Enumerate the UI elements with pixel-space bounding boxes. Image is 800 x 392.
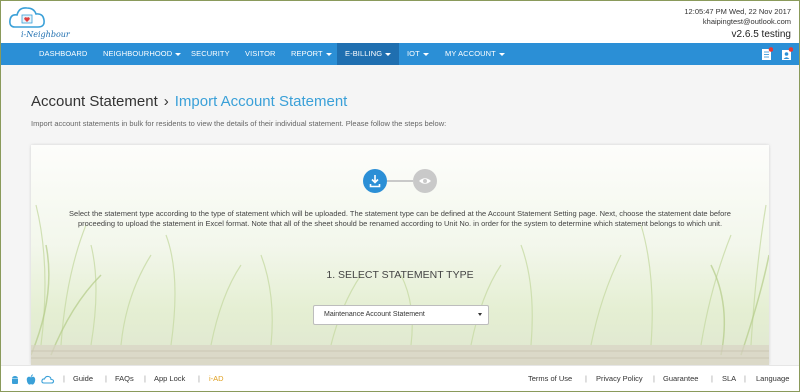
footer-link-sla[interactable]: SLA <box>722 374 736 383</box>
footer-link-privacy[interactable]: Privacy Policy <box>596 374 643 383</box>
footer-link-language[interactable]: Language <box>756 374 789 383</box>
apple-icon[interactable] <box>25 373 37 385</box>
nav-report[interactable]: REPORT <box>291 43 332 65</box>
cloud-icon[interactable] <box>41 373 55 385</box>
breadcrumb-root[interactable]: Account Statement <box>31 93 158 110</box>
import-card: Select the statement type according to t… <box>31 145 769 365</box>
footer-link-i-ad[interactable]: i-AD <box>209 374 224 383</box>
page-title: Account Statement › Import Account Stateme… <box>31 93 347 110</box>
nav-visitor[interactable]: VISITOR <box>245 43 276 65</box>
section-title: 1. SELECT STATEMENT TYPE <box>326 269 474 281</box>
nav-neighbourhood[interactable]: NEIGHBOURHOOD <box>103 43 182 65</box>
nav-security[interactable]: SECURITY <box>191 43 230 65</box>
footer-divider: | <box>744 374 746 383</box>
i-neighbour-logo[interactable]: i-Neighbour <box>7 3 77 41</box>
nav-my-account[interactable]: MY ACCOUNT <box>445 43 505 65</box>
chevron-down-icon <box>478 313 482 316</box>
app-header: i-Neighbour 12:05:47 PM Wed, 22 Nov 2017… <box>1 1 799 43</box>
main-nav: DASHBOARD NEIGHBOURHOOD SECURITY VISITOR… <box>1 43 799 65</box>
nav-dashboard[interactable]: DASHBOARD <box>39 43 87 65</box>
current-time: 12:05:47 PM Wed, 22 Nov 2017 <box>684 7 791 16</box>
chevron-down-icon <box>385 52 392 56</box>
eye-icon <box>419 178 431 184</box>
chevron-down-icon <box>325 52 332 56</box>
chevron-right-icon: › <box>163 93 169 110</box>
breadcrumb-current: Import Account Statement <box>174 93 348 110</box>
footer-divider: | <box>198 374 200 383</box>
footer-divider: | <box>653 374 655 383</box>
footer-link-guarantee[interactable]: Guarantee <box>663 374 698 383</box>
footer-divider: | <box>105 374 107 383</box>
step-indicator <box>363 169 437 193</box>
footer-link-faqs[interactable]: FAQs <box>115 374 134 383</box>
footer-link-guide[interactable]: Guide <box>73 374 93 383</box>
footer-divider: | <box>144 374 146 383</box>
nav-e-billing[interactable]: E-BILLING <box>337 43 400 65</box>
user-notification-icon[interactable] <box>781 47 794 61</box>
step-preview <box>413 169 437 193</box>
chevron-down-icon <box>175 52 182 56</box>
statement-type-select[interactable]: Maintenance Account Statement <box>313 305 489 325</box>
step-upload <box>363 169 387 193</box>
main-content: Account Statement › Import Account Stateme… <box>1 65 799 365</box>
android-icon[interactable] <box>9 373 21 385</box>
page-intro: Import account statements in bulk for re… <box>31 119 447 128</box>
download-icon <box>369 175 381 188</box>
footer-divider: | <box>585 374 587 383</box>
document-notification-icon[interactable] <box>761 47 774 61</box>
footer-link-terms[interactable]: Terms of Use <box>528 374 572 383</box>
app-footer: | Guide | FAQs | App Lock | i-AD Terms o… <box>1 365 799 391</box>
footer-divider: | <box>711 374 713 383</box>
nav-iot[interactable]: IOT <box>407 43 429 65</box>
logo-text: i-Neighbour <box>21 30 71 39</box>
footer-link-app-lock[interactable]: App Lock <box>154 374 185 383</box>
step-connector <box>387 180 413 182</box>
chevron-down-icon <box>498 52 505 56</box>
header-info: 12:05:47 PM Wed, 22 Nov 2017 khaipingtes… <box>684 7 791 41</box>
app-version: v2.6.5 testing <box>731 29 791 40</box>
chevron-down-icon <box>422 52 429 56</box>
footer-divider: | <box>63 374 65 383</box>
statement-type-value: Maintenance Account Statement <box>324 311 425 318</box>
instructions-text: Select the statement type according to t… <box>69 209 731 228</box>
user-email: khaipingtest@outlook.com <box>702 17 791 26</box>
